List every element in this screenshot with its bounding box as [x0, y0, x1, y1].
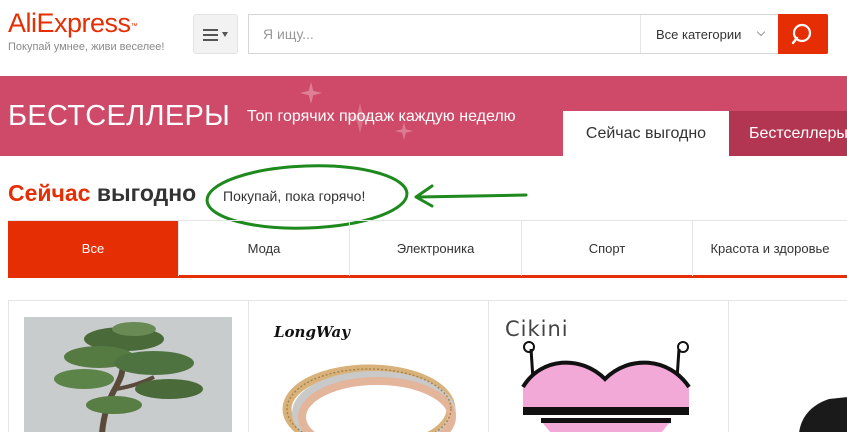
category-tabs: Все Мода Электроника Спорт Красота и здо…	[8, 220, 847, 278]
product-card[interactable]	[729, 301, 847, 432]
dark-clothing-image	[729, 317, 847, 432]
hamburger-menu-icon	[203, 28, 218, 41]
category-tab-beauty-health[interactable]: Красота и здоровье	[693, 221, 847, 276]
annotation-arrow-icon	[414, 184, 528, 208]
bestsellers-banner: БЕСТСЕЛЛЕРЫ Топ горячих продаж каждую не…	[0, 76, 847, 156]
product-card[interactable]	[9, 301, 249, 432]
bonsai-tree-image	[24, 317, 232, 432]
banner-title: БЕСТСЕЛЛЕРЫ	[8, 100, 231, 132]
section-slogan: Покупай, пока горячо!	[223, 188, 366, 204]
category-tab-fashion[interactable]: Мода	[179, 221, 350, 276]
banner-subtitle: Топ горячих продаж каждую неделю	[247, 108, 516, 125]
header: AliExpress™ Покупай умнее, живи веселее!…	[0, 0, 847, 76]
swimsuit-image: Cikini	[501, 317, 713, 432]
logo-slogan: Покупай умнее, живи веселее!	[8, 41, 165, 53]
category-tab-all[interactable]: Все	[8, 221, 179, 276]
search-bar: Все категории	[248, 14, 828, 54]
section-title: Сейчас выгодно	[8, 180, 196, 207]
aliexpress-logo[interactable]: AliExpress™ Покупай умнее, живи веселее!	[8, 6, 178, 66]
search-button[interactable]	[778, 14, 828, 54]
tab-hot-deals[interactable]: Сейчас выгодно	[563, 111, 729, 156]
section-title-rest: выгодно	[96, 180, 197, 206]
search-icon	[791, 23, 812, 45]
bracelets-image: LongWay	[269, 317, 479, 432]
logo-trademark: ™	[130, 23, 138, 30]
sparkle-icon	[300, 82, 322, 104]
product-card[interactable]: LongWay	[249, 301, 489, 432]
logo-brand: AliExpress	[8, 8, 131, 38]
caret-down-icon	[222, 31, 228, 37]
product-card[interactable]: Cikini	[489, 301, 729, 432]
categories-menu-button[interactable]	[193, 14, 238, 54]
search-category-select[interactable]: Все категории	[640, 15, 778, 53]
category-tab-electronics[interactable]: Электроника	[350, 221, 522, 276]
tab-bestsellers[interactable]: Бестселлеры	[729, 111, 847, 156]
search-category-label: Все категории	[656, 26, 742, 42]
section-title-highlight: Сейчас	[8, 180, 91, 206]
chevron-down-icon	[756, 27, 766, 37]
search-input[interactable]	[249, 15, 640, 53]
category-tab-sport[interactable]: Спорт	[522, 221, 693, 276]
product-grid: LongWay Cikini	[8, 300, 847, 432]
